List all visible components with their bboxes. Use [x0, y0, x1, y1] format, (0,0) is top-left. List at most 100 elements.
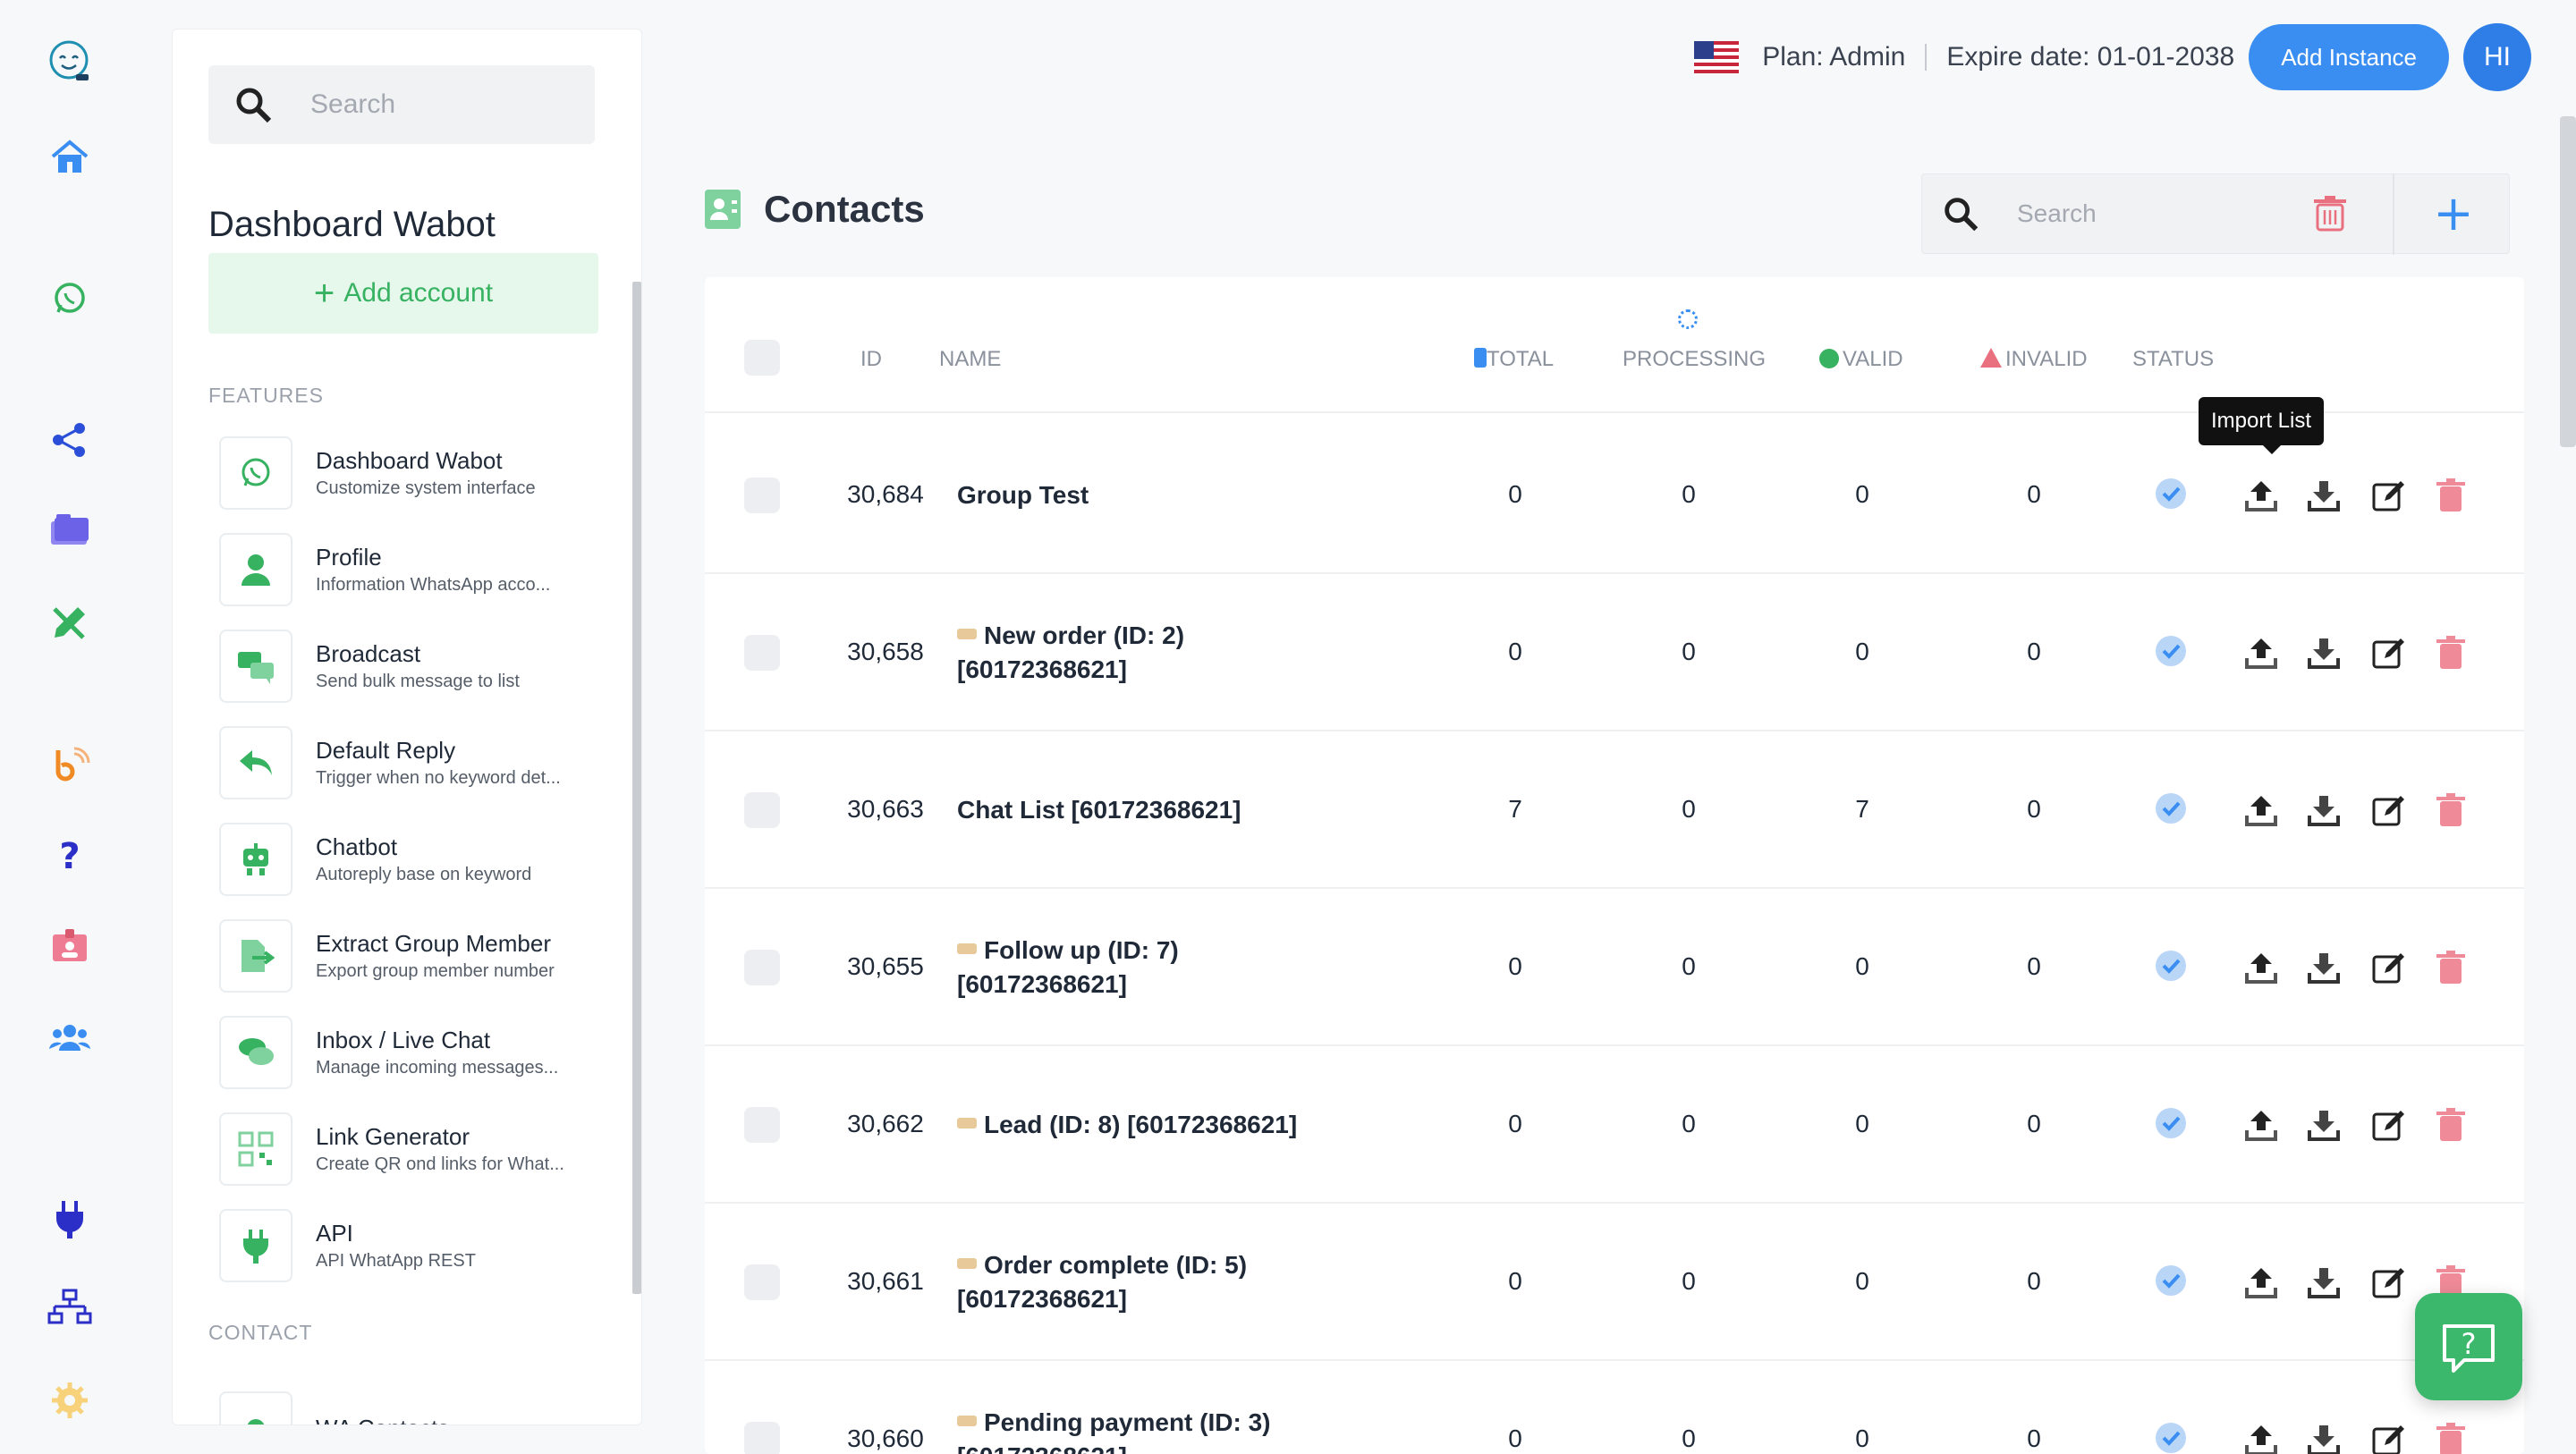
- user-avatar[interactable]: HI: [2463, 23, 2531, 91]
- export-list-icon[interactable]: [2306, 792, 2342, 828]
- feature-item-api[interactable]: API API WhatApp REST: [219, 1205, 604, 1287]
- help-chat-button[interactable]: ?: [2415, 1293, 2522, 1400]
- feature-item-default-reply[interactable]: Default Reply Trigger when no keyword de…: [219, 722, 604, 804]
- add-instance-button[interactable]: Add Instance: [2249, 24, 2449, 90]
- robot-icon: [219, 823, 292, 896]
- row-name[interactable]: Order complete (ID: 5) [60172368621]: [957, 1248, 1333, 1316]
- folders-icon[interactable]: [36, 497, 104, 565]
- row-checkbox[interactable]: [744, 1107, 780, 1143]
- delete-trash-icon[interactable]: [2314, 196, 2346, 232]
- import-list-icon[interactable]: [2243, 1264, 2279, 1300]
- row-name[interactable]: Chat List [60172368621]: [957, 793, 1333, 827]
- home-icon[interactable]: [36, 123, 104, 191]
- feature-item-chatbot[interactable]: Chatbot Autoreply base on keyword: [219, 818, 604, 900]
- plug-icon[interactable]: [36, 1184, 104, 1252]
- row-name[interactable]: Follow up (ID: 7) [60172368621]: [957, 934, 1333, 1002]
- row-total: 0: [1508, 1267, 1522, 1295]
- table-row[interactable]: 30,660 Pending payment (ID: 3) [601723686…: [705, 1361, 2524, 1454]
- add-account-button[interactable]: + Add account: [208, 253, 598, 334]
- edit-icon[interactable]: [2370, 635, 2406, 671]
- delete-icon[interactable]: [2433, 792, 2469, 828]
- share-nodes-icon[interactable]: [36, 406, 104, 474]
- row-checkbox[interactable]: [744, 792, 780, 828]
- panel-title: Dashboard Wabot: [208, 205, 496, 244]
- chat-bubbles-icon: [219, 630, 292, 703]
- export-list-icon[interactable]: [2306, 635, 2342, 671]
- row-name[interactable]: Group Test: [957, 478, 1333, 512]
- import-list-icon[interactable]: [2243, 950, 2279, 985]
- row-checkbox[interactable]: [744, 1264, 780, 1300]
- column-total[interactable]: TOTAL: [1474, 347, 1554, 372]
- row-checkbox[interactable]: [744, 950, 780, 985]
- export-list-icon[interactable]: [2306, 1107, 2342, 1143]
- pencil-ruler-icon[interactable]: [36, 588, 104, 656]
- import-list-icon[interactable]: [2243, 478, 2279, 513]
- contacts-search-input[interactable]: [2017, 199, 2285, 228]
- page-scrollbar[interactable]: [2560, 116, 2576, 447]
- import-list-icon[interactable]: [2243, 1107, 2279, 1143]
- edit-icon[interactable]: [2370, 1422, 2406, 1454]
- table-row[interactable]: 30,663 Chat List [60172368621] 7 0 7 0: [705, 731, 2524, 889]
- column-name[interactable]: NAME: [939, 347, 1001, 372]
- column-invalid[interactable]: INVALID: [1980, 347, 2088, 372]
- panel-scrollbar[interactable]: [632, 282, 641, 1294]
- edit-icon[interactable]: [2370, 792, 2406, 828]
- column-id[interactable]: ID: [860, 347, 882, 372]
- feature-item-link-generator[interactable]: Link Generator Create QR ond links for W…: [219, 1108, 604, 1190]
- row-invalid: 0: [2027, 952, 2041, 980]
- row-valid: 0: [1855, 480, 1869, 508]
- feature-item-inbox[interactable]: Inbox / Live Chat Manage incoming messag…: [219, 1011, 604, 1094]
- row-name[interactable]: Lead (ID: 8) [60172368621]: [957, 1108, 1333, 1142]
- edit-icon[interactable]: [2370, 1264, 2406, 1300]
- delete-icon[interactable]: [2433, 1107, 2469, 1143]
- import-list-icon[interactable]: [2243, 1422, 2279, 1454]
- row-name[interactable]: Pending payment (ID: 3) [60172368621]: [957, 1406, 1333, 1454]
- feature-item-profile[interactable]: Profile Information WhatsApp acco...: [219, 528, 604, 611]
- export-list-icon[interactable]: [2306, 950, 2342, 985]
- panel-search-input[interactable]: [310, 89, 579, 120]
- feature-item-dashboard[interactable]: Dashboard Wabot Customize system interfa…: [219, 432, 604, 514]
- delete-icon[interactable]: [2433, 478, 2469, 513]
- column-valid[interactable]: VALID: [1819, 347, 1903, 372]
- settings-gear-icon[interactable]: [36, 1366, 104, 1434]
- status-check-icon: [2154, 949, 2188, 983]
- whatsapp-icon[interactable]: [36, 265, 104, 333]
- delete-icon[interactable]: [2433, 635, 2469, 671]
- row-name[interactable]: New order (ID: 2) [60172368621]: [957, 619, 1333, 687]
- table-row[interactable]: 30,662 Lead (ID: 8) [60172368621] 0 0 0 0: [705, 1046, 2524, 1204]
- export-list-icon[interactable]: [2306, 1422, 2342, 1454]
- edit-icon[interactable]: [2370, 478, 2406, 513]
- table-row[interactable]: 30,658 New order (ID: 2) [60172368621] 0 0 0…: [705, 574, 2524, 731]
- table-row[interactable]: 30,655 Follow up (ID: 7) [60172368621] 0 0 0…: [705, 889, 2524, 1046]
- row-processing: 0: [1682, 795, 1696, 823]
- feature-item-broadcast[interactable]: Broadcast Send bulk message to list: [219, 625, 604, 707]
- help-question-icon[interactable]: ?: [36, 821, 104, 889]
- feature-item-wa-contacts[interactable]: WA Contacts: [219, 1387, 604, 1424]
- table-row[interactable]: 30,661 Order complete (ID: 5) [6017236862…: [705, 1204, 2524, 1361]
- column-processing[interactable]: PROCESSING: [1623, 309, 1766, 372]
- select-all-checkbox[interactable]: [744, 340, 780, 376]
- column-status[interactable]: STATUS: [2132, 347, 2214, 372]
- sitemap-icon[interactable]: [36, 1275, 104, 1343]
- export-list-icon[interactable]: [2306, 1264, 2342, 1300]
- contact-card-icon[interactable]: [36, 912, 104, 980]
- row-checkbox[interactable]: [744, 1422, 780, 1454]
- edit-icon[interactable]: [2370, 950, 2406, 985]
- import-list-icon[interactable]: [2243, 635, 2279, 671]
- add-contact-list-button[interactable]: +: [2427, 187, 2480, 241]
- import-list-icon[interactable]: [2243, 792, 2279, 828]
- blogger-icon[interactable]: [36, 730, 104, 798]
- users-icon[interactable]: [36, 1003, 104, 1071]
- check-circle-icon: [1819, 349, 1839, 368]
- row-valid: 0: [1855, 1424, 1869, 1452]
- logo-icon[interactable]: [36, 27, 104, 95]
- panel-search-box[interactable]: [208, 65, 595, 144]
- delete-icon[interactable]: [2433, 950, 2469, 985]
- feature-item-extract-group[interactable]: Extract Group Member Export group member…: [219, 915, 604, 997]
- row-checkbox[interactable]: [744, 478, 780, 513]
- delete-icon[interactable]: [2433, 1422, 2469, 1454]
- us-flag-icon[interactable]: [1694, 41, 1740, 73]
- export-list-icon[interactable]: [2306, 478, 2342, 513]
- edit-icon[interactable]: [2370, 1107, 2406, 1143]
- row-checkbox[interactable]: [744, 635, 780, 671]
